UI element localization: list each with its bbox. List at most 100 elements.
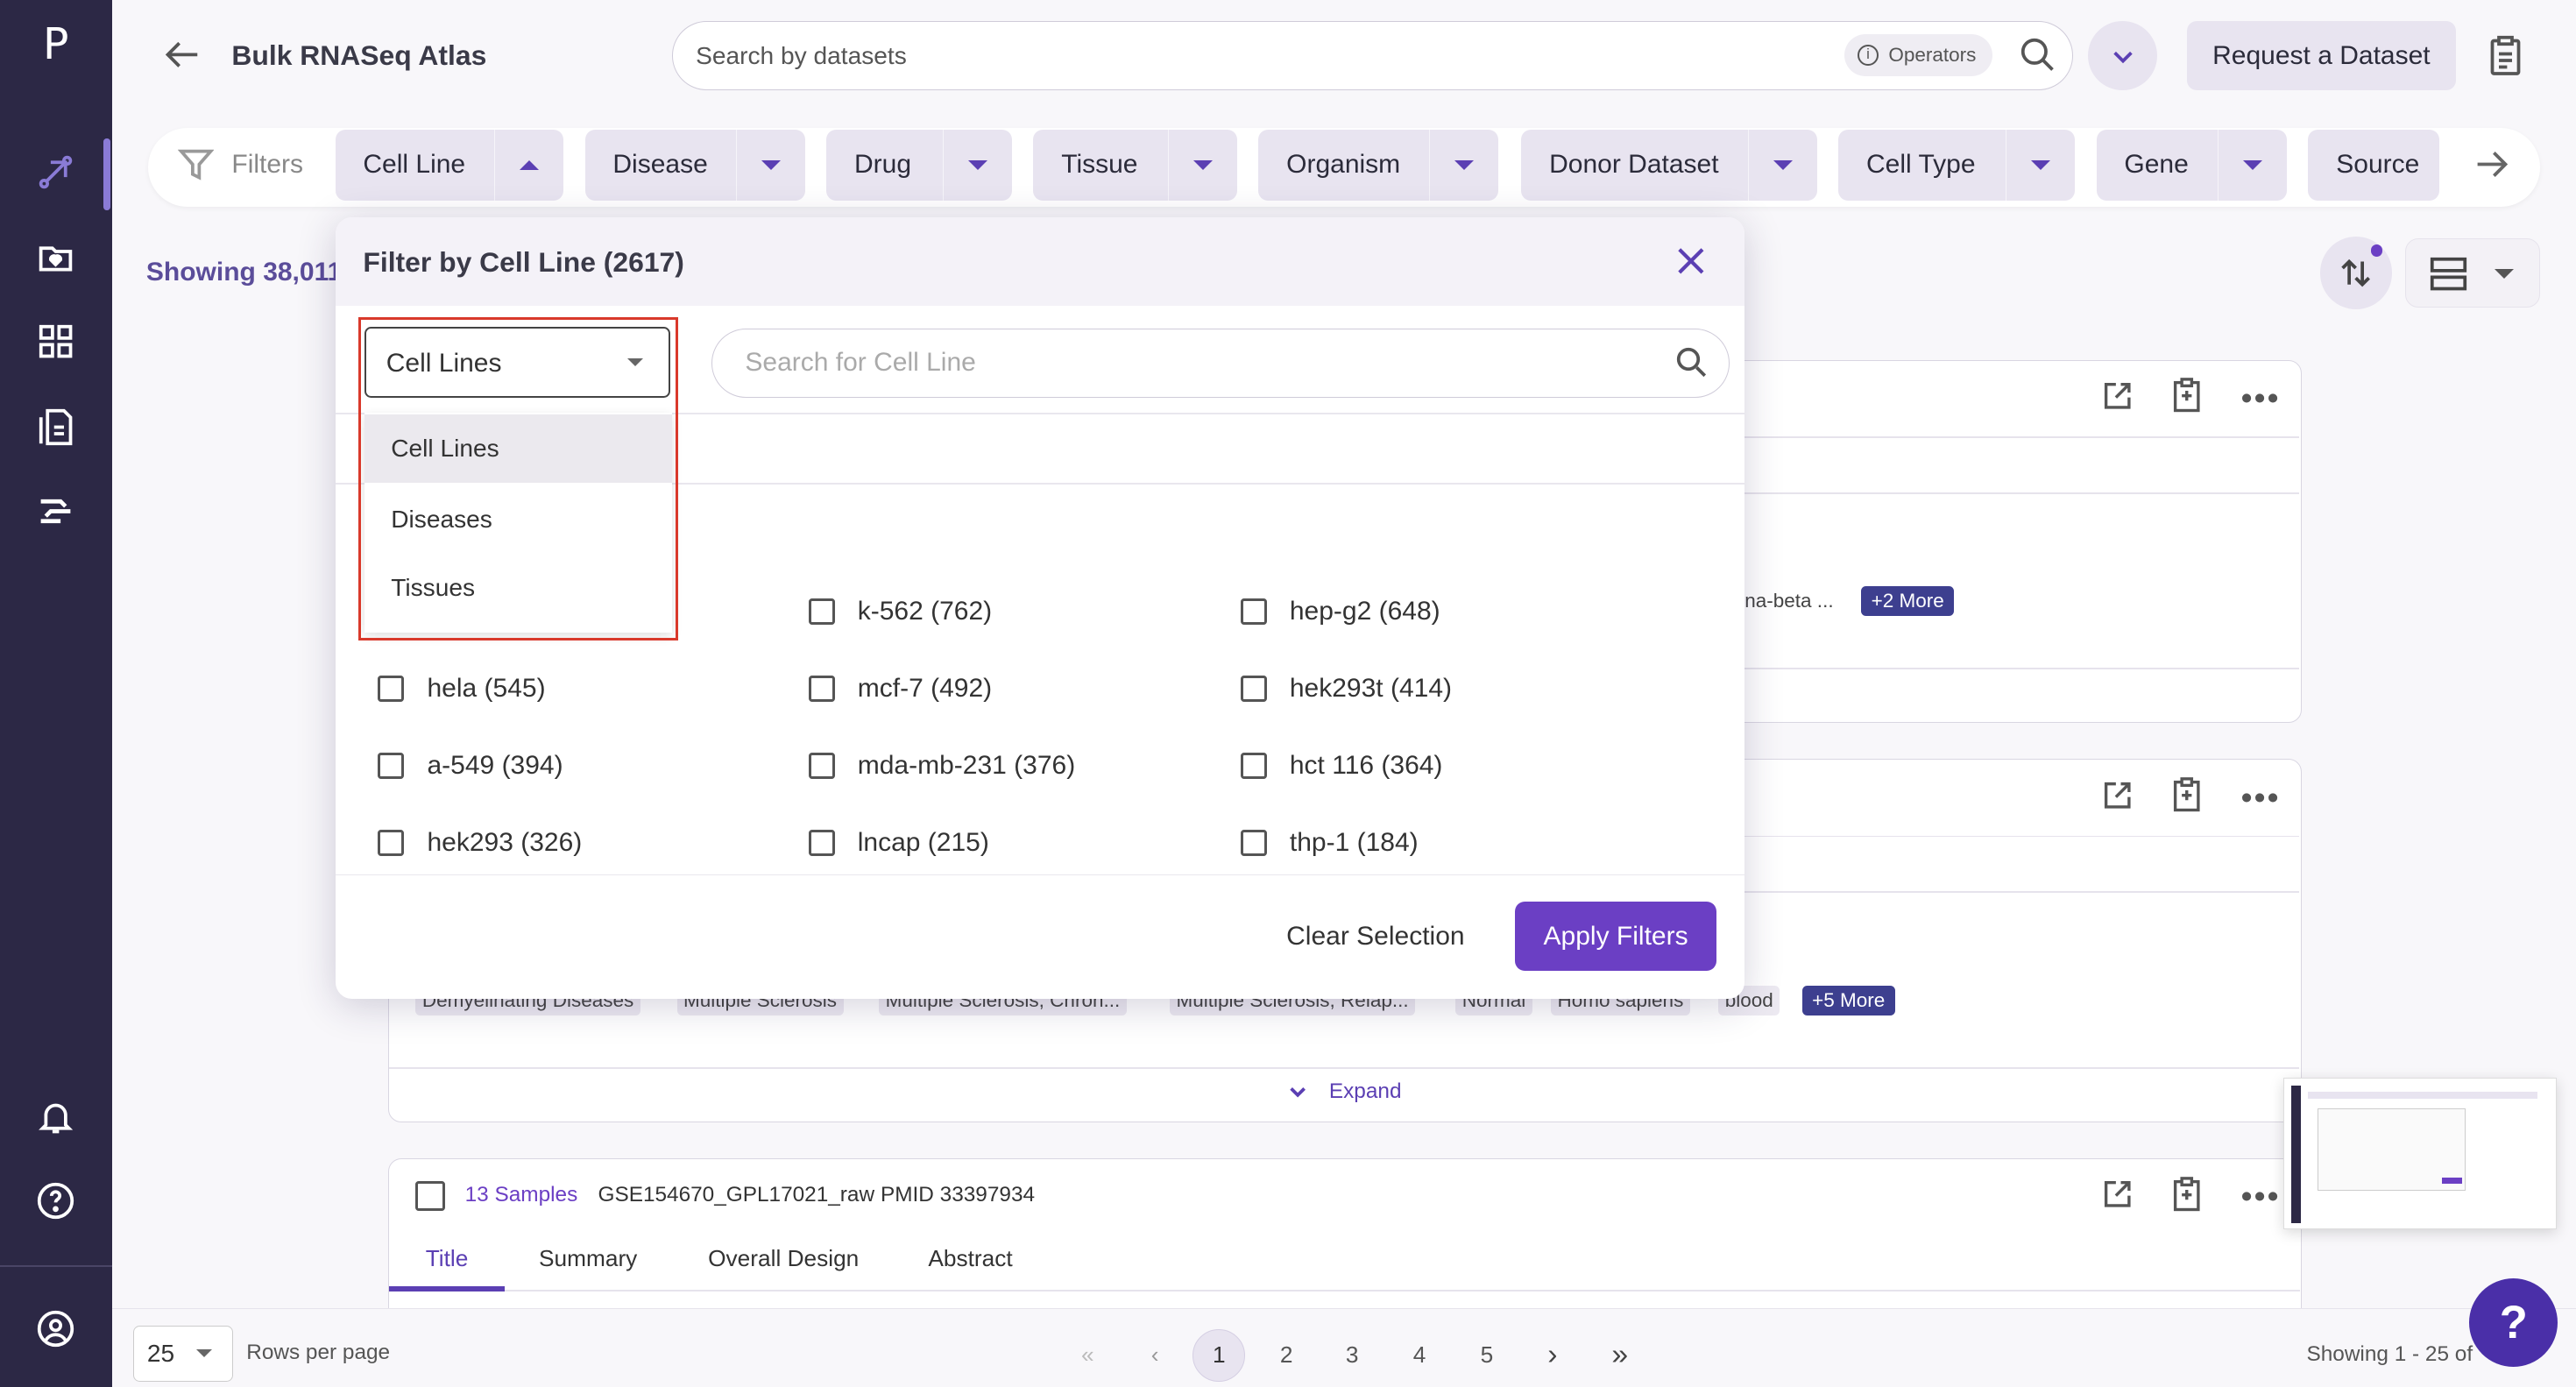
- tab-overall-design[interactable]: Overall Design: [708, 1245, 859, 1272]
- view-toggle[interactable]: [2405, 238, 2540, 308]
- dataset-select-checkbox[interactable]: [415, 1181, 445, 1211]
- chevron-down-icon[interactable]: [1429, 130, 1498, 201]
- chevron-down-icon[interactable]: [1168, 130, 1237, 201]
- chevron-down-icon: [2110, 43, 2136, 69]
- search-input[interactable]: Search by datasets: [696, 42, 907, 70]
- last-page-icon[interactable]: »: [1594, 1329, 1646, 1382]
- option-label[interactable]: hek293t (414): [1290, 674, 1452, 704]
- user-account-icon[interactable]: [32, 1305, 81, 1354]
- saved-folder-icon[interactable]: [32, 233, 81, 282]
- screenshot-thumbnail[interactable]: [2283, 1078, 2556, 1229]
- operators-button[interactable]: i Operators: [1844, 34, 1992, 77]
- option-label[interactable]: hep-g2 (648): [1290, 597, 1440, 626]
- page-button-1[interactable]: 1: [1192, 1329, 1245, 1382]
- pipeline-icon[interactable]: [32, 486, 81, 535]
- option-checkbox[interactable]: [378, 753, 404, 779]
- option-label[interactable]: lncap (215): [858, 828, 989, 858]
- chevron-down-icon[interactable]: [943, 130, 1012, 201]
- filter-chip-tissue[interactable]: Tissue: [1033, 130, 1237, 201]
- page-button-3[interactable]: 3: [1326, 1329, 1378, 1382]
- filter-chip-disease[interactable]: Disease: [585, 130, 805, 201]
- scroll-right-arrow-icon[interactable]: [2473, 145, 2512, 191]
- option-label[interactable]: hek293 (326): [428, 828, 583, 858]
- page-button-2[interactable]: 2: [1260, 1329, 1313, 1382]
- open-external-icon[interactable]: [2101, 779, 2134, 819]
- close-icon[interactable]: [1676, 246, 1706, 283]
- apply-filters-button[interactable]: Apply Filters: [1515, 902, 1717, 971]
- tab-summary[interactable]: Summary: [539, 1245, 637, 1272]
- open-external-icon[interactable]: [2101, 379, 2134, 420]
- filter-chip-cell-line[interactable]: Cell Line: [336, 130, 564, 201]
- option-label[interactable]: hela (545): [428, 674, 546, 704]
- documents-icon[interactable]: [32, 402, 81, 451]
- option-label[interactable]: mcf-7 (492): [858, 674, 992, 704]
- option-checkbox[interactable]: [809, 830, 835, 856]
- chevron-down-icon: [2495, 269, 2514, 279]
- option-checkbox[interactable]: [378, 830, 404, 856]
- page-button-4[interactable]: 4: [1393, 1329, 1446, 1382]
- search-options-dropdown[interactable]: [2088, 21, 2157, 90]
- open-external-icon[interactable]: [2101, 1178, 2134, 1218]
- chevron-down-icon[interactable]: [2006, 130, 2075, 201]
- add-to-clipboard-icon[interactable]: [2170, 378, 2204, 421]
- samples-link[interactable]: 13 Samples: [465, 1183, 578, 1207]
- tab-title[interactable]: Title: [389, 1245, 504, 1272]
- clear-selection-button[interactable]: Clear Selection: [1286, 922, 1464, 952]
- filter-chip-donor-dataset[interactable]: Donor Dataset: [1521, 130, 1817, 201]
- help-circle-icon[interactable]: [32, 1177, 81, 1226]
- filter-chip-source[interactable]: Source: [2308, 130, 2439, 201]
- previous-page-icon[interactable]: ‹: [1129, 1329, 1181, 1382]
- option-label[interactable]: a-549 (394): [428, 751, 563, 781]
- cell-line-search-input[interactable]: Search for Cell Line: [745, 348, 975, 378]
- option-checkbox[interactable]: [1241, 598, 1267, 625]
- option-label[interactable]: mda-mb-231 (376): [858, 751, 1075, 781]
- filter-chip-gene[interactable]: Gene: [2097, 130, 2288, 201]
- more-tags-button[interactable]: +5 More: [1802, 986, 1895, 1015]
- more-options-icon[interactable]: •••: [2241, 1178, 2281, 1215]
- chevron-down-icon[interactable]: [2218, 130, 2287, 201]
- chip-label: Donor Dataset: [1521, 150, 1748, 180]
- option-checkbox[interactable]: [809, 753, 835, 779]
- chevron-up-icon[interactable]: [494, 130, 563, 201]
- rows-per-page-select[interactable]: 25: [133, 1326, 233, 1382]
- first-page-icon[interactable]: «: [1061, 1329, 1114, 1382]
- app-logo[interactable]: P: [0, 20, 112, 69]
- chevron-down-icon[interactable]: [736, 130, 805, 201]
- option-checkbox[interactable]: [809, 598, 835, 625]
- sort-button[interactable]: [2320, 237, 2393, 309]
- filter-chip-drug[interactable]: Drug: [826, 130, 1012, 201]
- option-checkbox[interactable]: [809, 676, 835, 702]
- help-chat-button[interactable]: ?: [2469, 1278, 2558, 1367]
- add-to-clipboard-icon[interactable]: [2170, 777, 2204, 820]
- grid-apps-icon[interactable]: [32, 317, 81, 366]
- more-options-icon[interactable]: •••: [2241, 779, 2281, 817]
- cell-line-search[interactable]: Search for Cell Line: [711, 329, 1730, 398]
- more-tags-button[interactable]: +2 More: [1861, 586, 1954, 616]
- option-label[interactable]: k-562 (762): [858, 597, 992, 626]
- dataset-id: GSE154670_GPL17021_raw: [598, 1183, 875, 1207]
- tab-abstract[interactable]: Abstract: [928, 1245, 1012, 1272]
- atlas-nav-icon[interactable]: [32, 148, 81, 197]
- option-label[interactable]: hct 116 (364): [1290, 751, 1443, 781]
- option-label[interactable]: thp-1 (184): [1290, 828, 1419, 858]
- add-to-clipboard-icon[interactable]: [2170, 1177, 2204, 1220]
- filter-chip-organism[interactable]: Organism: [1258, 130, 1498, 201]
- dataset-search-bar[interactable]: Search by datasets i Operators: [672, 21, 2073, 90]
- option-checkbox[interactable]: [1241, 753, 1267, 779]
- clipboard-icon[interactable]: [2486, 34, 2525, 84]
- next-page-icon[interactable]: ›: [1526, 1329, 1579, 1382]
- expand-button[interactable]: Expand: [1286, 1079, 1401, 1104]
- request-dataset-button[interactable]: Request a Dataset: [2187, 21, 2457, 90]
- filter-chip-cell-type[interactable]: Cell Type: [1838, 130, 2075, 201]
- option-checkbox[interactable]: [1241, 676, 1267, 702]
- chip-label: Disease: [585, 150, 737, 180]
- more-options-icon[interactable]: •••: [2241, 379, 2281, 417]
- back-arrow-icon[interactable]: [161, 33, 204, 76]
- page-button-5[interactable]: 5: [1461, 1329, 1513, 1382]
- option-checkbox[interactable]: [1241, 830, 1267, 856]
- search-icon[interactable]: [2020, 37, 2056, 80]
- option-checkbox[interactable]: [378, 676, 404, 702]
- notifications-bell-icon[interactable]: [32, 1093, 81, 1142]
- chevron-down-icon[interactable]: [1748, 130, 1817, 201]
- search-icon[interactable]: [1675, 346, 1709, 379]
